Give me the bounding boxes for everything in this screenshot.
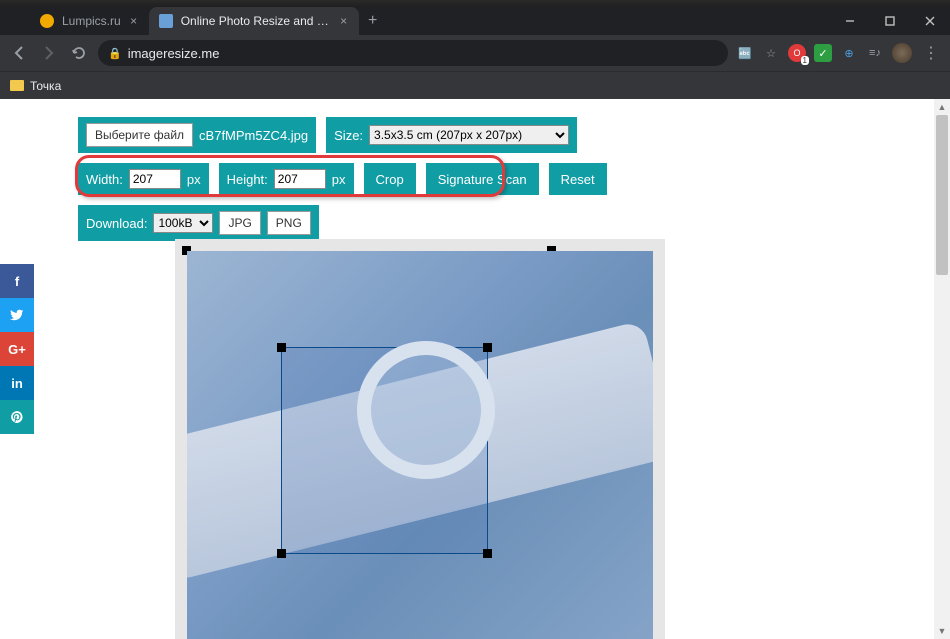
share-linkedin-icon[interactable]: in bbox=[0, 366, 34, 400]
bookmark-label[interactable]: Точка bbox=[30, 79, 61, 93]
crop-handle[interactable] bbox=[277, 549, 286, 558]
tab-close-icon[interactable]: × bbox=[339, 14, 349, 28]
download-png-button[interactable]: PNG bbox=[267, 211, 311, 235]
unit-label: px bbox=[332, 172, 346, 187]
size-label: Size: bbox=[334, 128, 363, 143]
window-top bbox=[0, 0, 950, 7]
share-googleplus-icon[interactable]: G+ bbox=[0, 332, 34, 366]
width-chip: Width: px bbox=[78, 163, 209, 195]
download-chip: Download: 100kB JPG PNG bbox=[78, 205, 319, 241]
tab-favicon bbox=[159, 14, 173, 28]
address-omnibox[interactable]: 🔒 imageresize.me bbox=[98, 40, 728, 66]
share-facebook-icon[interactable]: f bbox=[0, 264, 34, 298]
reset-button[interactable]: Reset bbox=[549, 163, 607, 195]
share-pinterest-icon[interactable] bbox=[0, 400, 34, 434]
social-share-bar: f G+ in bbox=[0, 264, 34, 434]
width-label: Width: bbox=[86, 172, 123, 187]
signature-scan-button[interactable]: Signature Scan bbox=[426, 163, 539, 195]
download-label: Download: bbox=[86, 216, 147, 231]
unit-label: px bbox=[187, 172, 201, 187]
image-canvas[interactable] bbox=[175, 239, 665, 639]
browser-tab[interactable]: Lumpics.ru × bbox=[30, 7, 149, 35]
file-chooser-chip: Выберите файл cB7fMPm5ZC4.jpg bbox=[78, 117, 316, 153]
nav-reload-icon[interactable] bbox=[68, 42, 90, 64]
profile-avatar[interactable] bbox=[892, 43, 912, 63]
window-maximize-icon[interactable] bbox=[870, 7, 910, 35]
width-input[interactable] bbox=[129, 169, 181, 189]
download-jpg-button[interactable]: JPG bbox=[219, 211, 260, 235]
bookmarks-bar: Точка bbox=[0, 71, 950, 99]
download-size-select[interactable]: 100kB bbox=[153, 213, 213, 233]
height-chip: Height: px bbox=[219, 163, 354, 195]
scroll-thumb[interactable] bbox=[936, 115, 948, 275]
window-close-icon[interactable] bbox=[910, 7, 950, 35]
window-minimize-icon[interactable] bbox=[830, 7, 870, 35]
extension-globe-icon[interactable]: ⊕ bbox=[840, 44, 858, 62]
browser-tab-active[interactable]: Online Photo Resize and Crop | F × bbox=[149, 7, 359, 35]
size-chip: Size: 3.5x3.5 cm (207px x 207px) bbox=[326, 117, 577, 153]
nav-back-icon[interactable] bbox=[8, 42, 30, 64]
new-tab-button[interactable]: + bbox=[359, 7, 387, 35]
filename-label: cB7fMPm5ZC4.jpg bbox=[199, 128, 308, 143]
height-label: Height: bbox=[227, 172, 268, 187]
scroll-down-icon[interactable]: ▼ bbox=[934, 623, 950, 639]
browser-titlebar: Lumpics.ru × Online Photo Resize and Cro… bbox=[0, 7, 950, 35]
choose-file-button[interactable]: Выберите файл bbox=[86, 123, 193, 147]
browser-menu-icon[interactable]: ⋮ bbox=[920, 42, 942, 64]
extension-check-icon[interactable]: ✓ bbox=[814, 44, 832, 62]
favorite-icon[interactable]: ☆ bbox=[762, 44, 780, 62]
lock-icon: 🔒 bbox=[108, 47, 122, 60]
extension-adblock-icon[interactable]: O1 bbox=[788, 44, 806, 62]
size-select[interactable]: 3.5x3.5 cm (207px x 207px) bbox=[369, 125, 569, 145]
tab-title: Lumpics.ru bbox=[62, 14, 121, 28]
folder-icon bbox=[10, 80, 24, 91]
crop-button[interactable]: Crop bbox=[364, 163, 416, 195]
browser-address-bar: 🔒 imageresize.me 🔤 ☆ O1 ✓ ⊕ ≡♪ ⋮ bbox=[0, 35, 950, 71]
nav-forward-icon[interactable] bbox=[38, 42, 60, 64]
reading-list-icon[interactable]: ≡♪ bbox=[866, 44, 884, 62]
height-input[interactable] bbox=[274, 169, 326, 189]
page-scrollbar[interactable]: ▲ ▼ bbox=[934, 99, 950, 639]
scroll-up-icon[interactable]: ▲ bbox=[934, 99, 950, 115]
tab-close-icon[interactable]: × bbox=[129, 14, 139, 28]
crop-selection[interactable] bbox=[281, 347, 488, 554]
translate-icon[interactable]: 🔤 bbox=[736, 44, 754, 62]
tab-title: Online Photo Resize and Crop | F bbox=[181, 14, 331, 28]
crop-handle[interactable] bbox=[483, 343, 492, 352]
tab-favicon bbox=[40, 14, 54, 28]
page-content: Выберите файл cB7fMPm5ZC4.jpg Size: 3.5x… bbox=[0, 99, 950, 639]
crop-handle[interactable] bbox=[277, 343, 286, 352]
preview-image bbox=[187, 251, 653, 639]
crop-handle[interactable] bbox=[483, 549, 492, 558]
share-twitter-icon[interactable] bbox=[0, 298, 34, 332]
url-text: imageresize.me bbox=[128, 46, 220, 61]
